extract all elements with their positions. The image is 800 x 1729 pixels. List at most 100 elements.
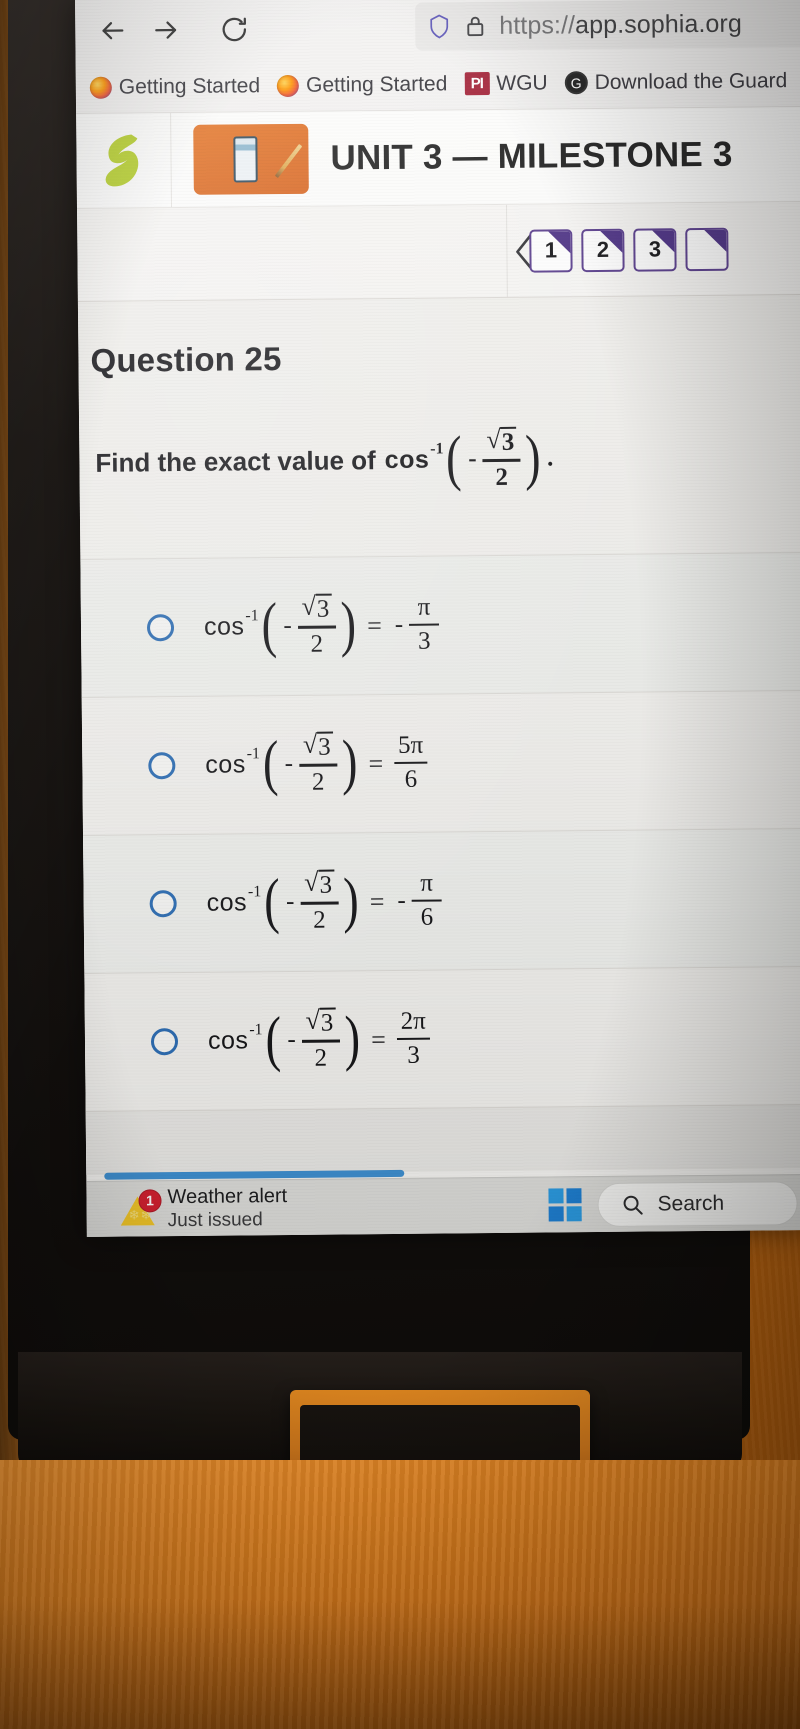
option-d-expression: cos -1 ( - √ 3 2 ) = 2π 3 xyxy=(208,1004,433,1073)
padlock-icon xyxy=(467,16,484,37)
option-arg-numerator: √ 3 xyxy=(301,1006,339,1038)
pi-icon: PI xyxy=(464,72,490,96)
option-arg-fraction: √ 3 2 xyxy=(297,592,336,658)
option-arg-sign: - xyxy=(285,887,295,915)
unit-thumbnail-icon xyxy=(193,123,309,195)
radio-button[interactable] xyxy=(150,1028,179,1056)
option-arg-numerator: √ 3 xyxy=(300,868,338,900)
option-b-expression: cos -1 ( - √ 3 2 ) = 5π 6 xyxy=(205,728,430,797)
bookmark-getting-started-2[interactable]: Getting Started xyxy=(276,72,447,98)
url-bar[interactable]: https://app.sophia.org xyxy=(415,0,800,51)
fraction-bar xyxy=(411,899,442,902)
option-exponent: -1 xyxy=(249,1020,263,1039)
back-arrow-icon[interactable] xyxy=(85,3,140,58)
option-arg-sign: - xyxy=(284,749,294,777)
page-title: UNIT 3 — MILESTONE 3 xyxy=(330,134,733,178)
answer-option-d[interactable]: cos -1 ( - √ 3 2 ) = 2π 3 xyxy=(84,966,800,1112)
option-exponent: -1 xyxy=(247,883,262,901)
prompt-function: cos xyxy=(384,445,430,475)
bookmark-getting-started-1[interactable]: Getting Started xyxy=(89,74,260,100)
guardian-icon: G xyxy=(564,71,588,95)
option-arg-sign: - xyxy=(287,1025,296,1053)
option-arg-denominator: 2 xyxy=(313,906,326,934)
firefox-icon xyxy=(89,76,112,99)
answer-option-c[interactable]: cos -1 ( - √ 3 2 ) = - π 6 xyxy=(83,828,800,974)
question-prompt: Find the exact value of cos -1 ( - √ 3 2 )… xyxy=(79,373,800,559)
browser-toolbar: https://app.sophia.org xyxy=(75,0,800,62)
option-function: cos xyxy=(205,750,246,780)
prompt-fraction: √ 3 2 xyxy=(482,425,521,491)
option-result-numerator: 2π xyxy=(400,1007,426,1035)
phone-glyph xyxy=(232,136,258,183)
option-a-expression: cos -1 ( - √ 3 2 ) = - π 3 xyxy=(203,590,442,660)
weather-text: Weather alert Just issued xyxy=(167,1184,287,1233)
reload-icon[interactable] xyxy=(207,2,262,57)
radio-button[interactable] xyxy=(148,752,176,780)
radio-button[interactable] xyxy=(149,890,177,918)
fraction-bar xyxy=(394,761,428,764)
url-text: https://app.sophia.org xyxy=(499,9,743,40)
windows-taskbar: ❄❄ 1 Weather alert Just issued Search xyxy=(86,1173,800,1237)
pager-number-list: 1 2 3 xyxy=(529,227,729,273)
answer-option-a[interactable]: cos -1 ( - √ 3 2 ) = - π 3 xyxy=(80,552,800,698)
option-exponent: -1 xyxy=(246,745,261,763)
sophia-logo xyxy=(105,134,139,187)
option-result-fraction: 2π 3 xyxy=(396,1007,431,1069)
option-result-numerator: π xyxy=(417,593,431,621)
taskbar-search[interactable]: Search xyxy=(597,1180,798,1227)
option-result-fraction: 5π 6 xyxy=(394,731,428,793)
bookmark-wgu[interactable]: PI WGU xyxy=(464,71,548,96)
forward-arrow-icon[interactable] xyxy=(139,3,194,58)
bookmark-download-the-guardian[interactable]: G Download the Guard xyxy=(564,69,788,95)
option-result-sign: - xyxy=(394,610,404,638)
question-area: Question 25 Find the exact value of cos -… xyxy=(77,295,800,1176)
shield-icon xyxy=(430,14,449,39)
prompt-exponent: -1 xyxy=(430,440,444,458)
pager-page-next[interactable] xyxy=(685,227,729,271)
laptop-photo: https://app.sophia.org Getting Started G… xyxy=(0,0,800,1729)
app-header: UNIT 3 — MILESTONE 3 xyxy=(76,107,800,209)
fraction-bar xyxy=(299,763,337,767)
pager-page-label: 3 xyxy=(648,236,662,262)
notification-badge: 1 xyxy=(138,1188,162,1212)
option-result-numerator: 5π xyxy=(397,731,424,759)
option-arg-sign: - xyxy=(283,611,292,639)
option-result-fraction: π 6 xyxy=(411,870,443,931)
pager-page-1[interactable]: 1 xyxy=(529,228,573,273)
option-equals: = xyxy=(371,1024,386,1054)
answer-option-b[interactable]: cos -1 ( - √ 3 2 ) = 5π 6 xyxy=(81,690,800,836)
pencil-glyph xyxy=(274,143,303,179)
windows-start-icon[interactable] xyxy=(548,1188,582,1222)
option-arg-denominator: 2 xyxy=(311,768,325,796)
option-arg-fraction: √ 3 2 xyxy=(301,1006,340,1072)
search-label: Search xyxy=(657,1191,725,1215)
prompt-numerator: √ 3 xyxy=(482,425,520,457)
laptop-screen: https://app.sophia.org Getting Started G… xyxy=(75,0,800,1237)
fraction-bar xyxy=(409,623,440,626)
option-c-expression: cos -1 ( - √ 3 2 ) = - π 6 xyxy=(206,866,444,936)
question-heading: Question 25 xyxy=(90,340,282,379)
fraction-bar xyxy=(297,625,336,629)
search-icon xyxy=(623,1195,643,1215)
option-equals: = xyxy=(367,610,382,640)
bookmarks-bar: Getting Started Getting Started PI WGU G… xyxy=(75,55,800,114)
question-pager: 1 2 3 xyxy=(77,202,800,302)
weather-alert-icon: ❄❄ 1 xyxy=(120,1188,162,1226)
weather-alert-widget[interactable]: ❄❄ 1 Weather alert Just issued xyxy=(120,1184,287,1233)
option-arg-denominator: 2 xyxy=(310,630,324,658)
pager-page-3[interactable]: 3 xyxy=(633,227,677,272)
option-equals: = xyxy=(368,748,384,778)
radio-button[interactable] xyxy=(146,614,175,642)
option-arg-fraction: √ 3 2 xyxy=(300,868,339,934)
option-function: cos xyxy=(203,612,245,642)
taskbar-right: Search xyxy=(548,1180,800,1227)
pager-left-spacer xyxy=(77,204,508,301)
pager-page-2[interactable]: 2 xyxy=(581,228,625,272)
option-arg-numerator: √ 3 xyxy=(299,730,337,762)
question-prompt-text: Find the exact value of xyxy=(95,445,376,478)
option-result-denominator: 6 xyxy=(420,903,434,931)
pager-page-label: 1 xyxy=(544,237,558,263)
option-result-denominator: 3 xyxy=(417,627,431,655)
sophia-logo-cell[interactable] xyxy=(76,113,172,208)
fraction-bar xyxy=(300,901,339,905)
